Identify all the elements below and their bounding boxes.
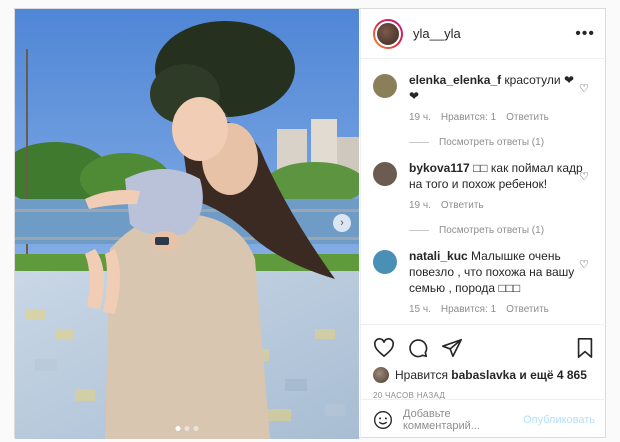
comment-likes[interactable]: Нравится: 1 — [441, 112, 496, 123]
reply-button[interactable]: Ответить — [506, 112, 549, 123]
comment-text: natali_kuc Малышке очень повезло , что п… — [409, 248, 584, 296]
post-comment-button[interactable]: Опубликовать — [523, 414, 595, 426]
emoji-icon[interactable] — [373, 410, 393, 430]
commenter-avatar[interactable] — [373, 250, 397, 274]
view-replies[interactable]: Посмотреть ответы (1) — [409, 137, 584, 148]
comment-item: natali_kuc Малышке очень повезло , что п… — [361, 236, 607, 315]
author-avatar[interactable] — [373, 18, 403, 49]
photo-illustration — [15, 9, 359, 439]
avatar-image — [375, 20, 401, 47]
post-sidebar: yla__yla ••• elenka_elenka_f красотули ❤… — [360, 9, 607, 439]
more-options-icon[interactable]: ••• — [575, 25, 595, 43]
bookmark-icon[interactable] — [575, 337, 595, 359]
comment-meta: 19 ч. Ответить — [409, 200, 584, 211]
like-comment-heart-icon[interactable]: ♡ — [579, 258, 589, 271]
commenter-avatar[interactable] — [373, 162, 397, 186]
comment-icon[interactable] — [407, 337, 429, 359]
post-header: yla__yla ••• — [361, 9, 607, 59]
commenter-avatar[interactable] — [373, 74, 397, 98]
view-replies[interactable]: Посмотреть ответы (1) — [409, 225, 584, 236]
comment-time: 19 ч. — [409, 112, 431, 123]
comment-item: bykova117 □□ как поймал кадр на того и п… — [361, 148, 607, 236]
comment-input[interactable]: Добавьте комментарий... — [403, 408, 523, 432]
author-username[interactable]: yla__yla — [413, 26, 461, 41]
carousel-dot — [193, 426, 199, 431]
comment-likes[interactable]: Нравится: 1 — [441, 304, 496, 315]
post-photo[interactable]: › — [15, 9, 359, 439]
chevron-right-icon: › — [340, 217, 344, 229]
liker-username[interactable]: babaslavka — [451, 368, 516, 382]
carousel-dot — [175, 426, 181, 431]
carousel-next-button[interactable]: › — [333, 214, 351, 232]
comment-meta: 15 ч. Нравится: 1 Ответить — [409, 304, 584, 315]
likes-prefix: Нравится — [395, 368, 448, 382]
action-icons — [373, 333, 595, 363]
carousel-dots — [175, 426, 199, 431]
like-comment-heart-icon[interactable]: ♡ — [579, 170, 589, 183]
comment-body: natali_kuc Малышке очень повезло , что п… — [409, 248, 584, 315]
comment-time: 15 ч. — [409, 304, 431, 315]
like-comment-heart-icon[interactable]: ♡ — [579, 82, 589, 95]
reply-button[interactable]: Ответить — [441, 200, 484, 211]
heart-icon[interactable] — [373, 338, 395, 358]
comments-list[interactable]: elenka_elenka_f красотули ❤❤ 19 ч. Нрави… — [361, 60, 607, 322]
comment-body: bykova117 □□ как поймал кадр на того и п… — [409, 160, 584, 236]
comment-text: bykova117 □□ как поймал кадр на того и п… — [409, 160, 584, 192]
liker-avatar — [373, 367, 389, 383]
replies-divider — [409, 230, 429, 231]
post-actions: Нравится babaslavka и ещё 4 865 20 ЧАСОВ… — [361, 324, 607, 400]
likes-summary: Нравится babaslavka и ещё 4 865 — [373, 367, 595, 383]
commenter-username[interactable]: elenka_elenka_f — [409, 73, 501, 87]
view-replies-label[interactable]: Посмотреть ответы (1) — [439, 137, 544, 148]
commenter-username[interactable]: natali_kuc — [409, 249, 468, 263]
comment-text: elenka_elenka_f красотули ❤❤ — [409, 72, 584, 104]
replies-divider — [409, 142, 429, 143]
comment-body: elenka_elenka_f красотули ❤❤ 19 ч. Нрави… — [409, 72, 584, 148]
comment-meta: 19 ч. Нравится: 1 Ответить — [409, 112, 584, 123]
view-replies-label[interactable]: Посмотреть ответы (1) — [439, 225, 544, 236]
reply-button[interactable]: Ответить — [506, 304, 549, 315]
post-frame: › yla__yla ••• elenka_elenka_f красотули… — [14, 8, 607, 439]
add-comment-bar: Добавьте комментарий... Опубликовать — [361, 399, 607, 439]
carousel-dot — [184, 426, 190, 431]
commenter-username[interactable]: bykova117 — [409, 161, 470, 175]
comment-item: elenka_elenka_f красотули ❤❤ 19 ч. Нрави… — [361, 60, 607, 148]
share-icon[interactable] — [441, 337, 463, 359]
likes-count[interactable]: и ещё 4 865 — [519, 368, 587, 382]
comment-time: 19 ч. — [409, 200, 431, 211]
